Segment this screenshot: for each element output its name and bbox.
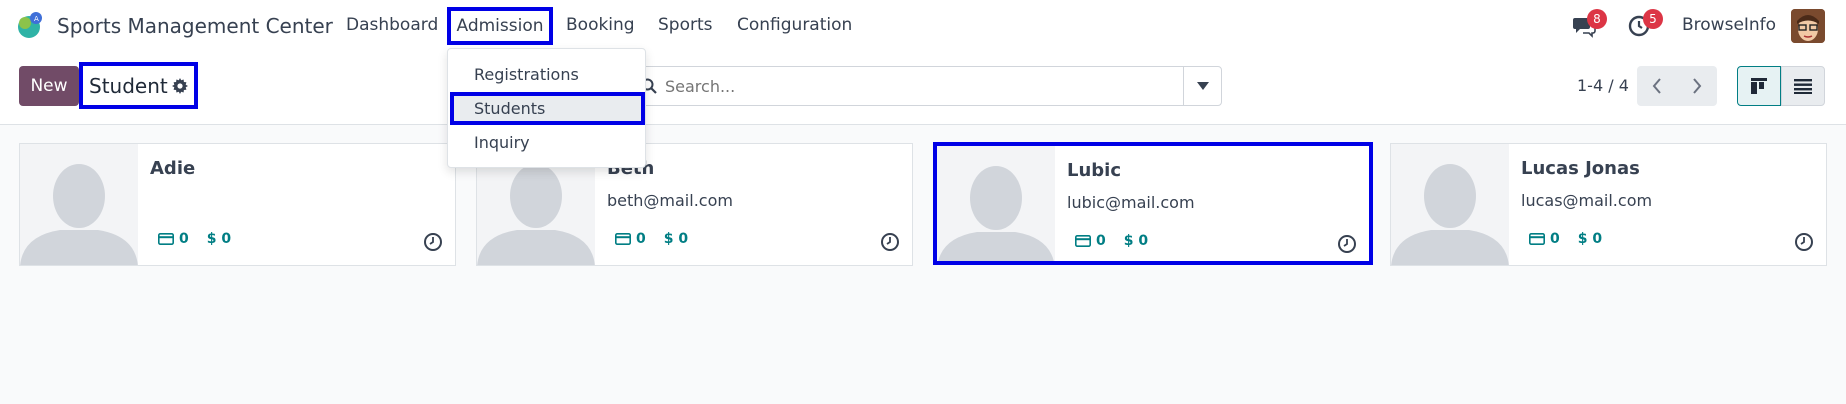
student-stats: 0 $ 0 [615,231,706,247]
activity-clock-icon[interactable] [880,232,900,252]
amount-stat[interactable]: $ 0 [1124,233,1148,249]
student-email: lubic@mail.com [1067,193,1195,212]
student-name: Adie [150,158,196,179]
kanban-icon [1751,78,1767,94]
breadcrumb[interactable]: Student [79,62,198,109]
person-silhouette-icon [1391,164,1509,265]
student-name: Lubic [1067,160,1122,181]
activity-badge: 5 [1643,9,1663,29]
nav-dashboard[interactable]: Dashboard [346,15,438,35]
chevron-left-icon [1652,78,1661,94]
search-bar [630,66,1222,106]
avatar-placeholder [1391,144,1509,265]
student-name: Lucas Jonas [1521,158,1640,179]
app-title[interactable]: Sports Management Center [57,14,333,38]
avatar-placeholder [937,146,1055,261]
activity-clock-icon[interactable] [1337,234,1357,254]
app-logo-icon[interactable]: A [16,10,46,40]
student-stats: 0 $ 0 [1529,231,1620,247]
menu-item-inquiry[interactable]: Inquiry [474,133,530,152]
card-stat[interactable]: 0 [1529,231,1560,247]
activity-clock-icon[interactable] [1794,232,1814,252]
company-switcher[interactable]: BrowseInfo [1682,15,1776,35]
breadcrumb-title: Student [89,73,168,98]
student-stats: 0 $ 0 [158,231,249,247]
pager-value[interactable]: 1-4 / 4 [1577,76,1629,95]
list-icon [1794,79,1812,94]
top-navbar: A Sports Management Center Dashboard Adm… [0,0,1846,52]
credit-card-icon [158,233,174,245]
student-stats: 0 $ 0 [1075,233,1166,249]
nav-admission[interactable]: Admission [447,7,553,45]
messages-badge: 8 [1587,9,1607,29]
student-card[interactable]: Lucas Jonas lucas@mail.com 0 $ 0 [1390,143,1827,266]
person-silhouette-icon [938,166,1054,261]
amount-stat[interactable]: $ 0 [1578,231,1602,247]
admission-dropdown: Registrations Students Inquiry [447,48,646,168]
new-button[interactable]: New [19,66,79,106]
student-email: lucas@mail.com [1521,191,1653,210]
card-stat[interactable]: 0 [1075,233,1106,249]
student-card[interactable]: Lubic lubic@mail.com 0 $ 0 [933,142,1373,265]
nav-booking[interactable]: Booking [566,15,635,35]
card-count: 0 [1096,233,1106,249]
student-card[interactable]: Adie 0 $ 0 [19,143,456,266]
card-stat[interactable]: 0 [615,231,646,247]
user-avatar[interactable] [1791,9,1825,43]
chevron-right-icon [1693,78,1702,94]
credit-card-icon [615,233,631,245]
svg-text:A: A [34,15,39,23]
person-silhouette-icon [20,164,138,265]
credit-card-icon [1075,235,1091,247]
amount-stat[interactable]: $ 0 [664,231,688,247]
kanban-view-button[interactable] [1737,66,1781,106]
menu-item-students-label: Students [474,99,546,118]
avatar-placeholder [20,144,138,265]
nav-configuration[interactable]: Configuration [737,15,852,35]
nav-sports[interactable]: Sports [658,15,713,35]
card-count: 0 [179,231,189,247]
menu-item-students[interactable]: Students [450,92,645,125]
caret-down-icon [1196,82,1209,90]
search-input[interactable] [665,67,1175,105]
nav-admission-label: Admission [456,16,544,36]
gear-icon[interactable] [171,77,188,94]
control-panel: New Student 1-4 / 4 [0,52,1846,125]
credit-card-icon [1529,233,1545,245]
user-avatar-icon [1791,9,1825,43]
search-options-toggle[interactable] [1183,67,1221,105]
pager-next-button[interactable] [1677,66,1717,106]
student-email: beth@mail.com [607,191,733,210]
pager-previous-button[interactable] [1637,66,1677,106]
amount-stat[interactable]: $ 0 [207,231,231,247]
list-view-button[interactable] [1781,66,1825,106]
menu-item-registrations[interactable]: Registrations [474,65,579,84]
card-stat[interactable]: 0 [158,231,189,247]
card-count: 0 [636,231,646,247]
activity-clock-icon[interactable] [423,232,443,252]
card-count: 0 [1550,231,1560,247]
